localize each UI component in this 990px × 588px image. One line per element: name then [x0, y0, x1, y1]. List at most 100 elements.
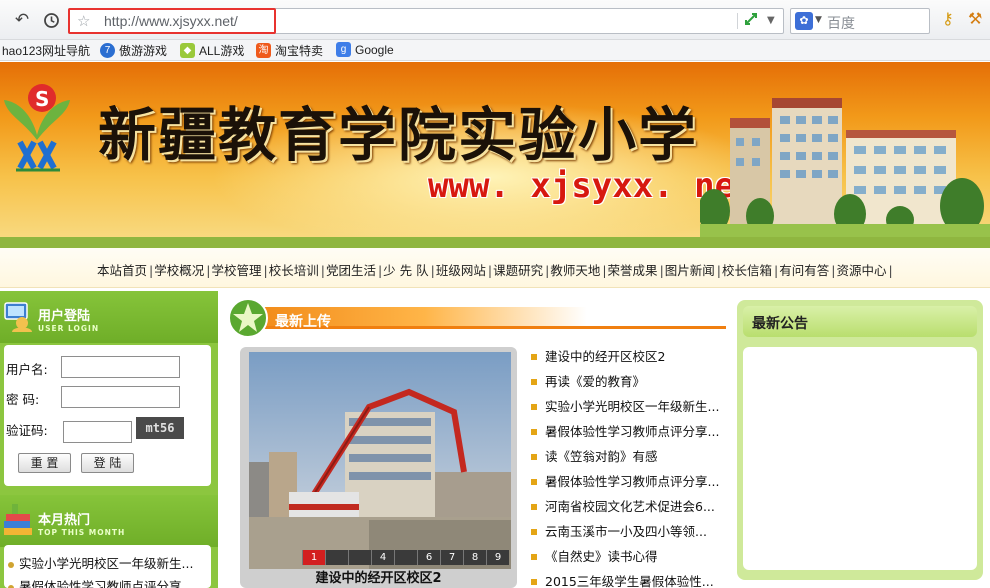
bookmark-label: ALL游戏: [199, 44, 245, 58]
search-box[interactable]: ✿ ▼ 百度: [790, 8, 930, 34]
captcha-label: 验证码:: [6, 423, 48, 438]
news-item[interactable]: 暑假体验性学习教师点评分享...: [531, 469, 726, 494]
pager-dot-6[interactable]: 6: [417, 550, 440, 565]
hot-item[interactable]: 实验小学光明校区一年级新生...: [8, 553, 214, 572]
nav-item-about[interactable]: 学校概况: [154, 260, 211, 279]
news-item[interactable]: 建设中的经开区校区2: [531, 344, 726, 369]
banner-lawn: [0, 237, 990, 248]
nav-item-principal-mailbox[interactable]: 校长信箱: [722, 260, 779, 279]
history-icon[interactable]: [40, 9, 62, 31]
news-item[interactable]: 再读《爱的教育》: [531, 369, 726, 394]
bookmark-label: 傲游游戏: [119, 44, 168, 58]
pager-dot-1[interactable]: 1: [302, 550, 325, 565]
bookmark-hao123[interactable]: hao123网址导航: [2, 42, 90, 59]
nav-list: 本站首页 学校概况 学校管理 校长培训 党团生活 少 先 队 班级网站 课题研究…: [97, 260, 894, 279]
pager-dot-4[interactable]: 4: [371, 550, 394, 565]
star-icon[interactable]: ☆: [77, 12, 90, 30]
latest-title: 最新上传: [275, 314, 331, 330]
notice-header: 最新公告: [743, 306, 977, 337]
username-label: 用户名:: [6, 362, 48, 377]
baidu-paw-icon[interactable]: ✿: [795, 12, 813, 30]
bookmark-label: hao123网址导航: [2, 44, 91, 58]
nav-item-photo-news[interactable]: 图片新闻: [665, 260, 722, 279]
login-title: 用户登陆: [38, 309, 91, 324]
username-input[interactable]: [61, 356, 180, 378]
nav-item-class-sites[interactable]: 班级网站: [436, 260, 493, 279]
latest-header-underline: [262, 326, 726, 329]
pager-dot-2[interactable]: [325, 550, 348, 565]
svg-text:S: S: [35, 87, 49, 111]
bookmark-google[interactable]: g Google: [336, 42, 394, 57]
maxthon-icon: 7: [100, 43, 115, 58]
address-separator: [737, 13, 738, 29]
bookmark-aoyou-games[interactable]: 7 傲游游戏: [100, 42, 167, 59]
site-banner: S 新疆教育学院实验小学 www. xjsyxx. net: [0, 62, 990, 248]
tools-icon[interactable]: ⚒: [968, 9, 982, 28]
main-nav: 本站首页 学校概况 学校管理 校长培训 党团生活 少 先 队 班级网站 课题研究…: [0, 248, 990, 288]
notice-box: 最新公告: [737, 300, 983, 580]
nav-item-principal-training[interactable]: 校长培训: [269, 260, 326, 279]
hot-title: 本月热门: [38, 513, 91, 528]
taobao-icon: 淘: [256, 43, 271, 58]
pager-dot-7[interactable]: 7: [440, 550, 463, 565]
compat-mode-icon[interactable]: [743, 11, 759, 31]
address-dropdown-icon[interactable]: ▼: [767, 15, 775, 26]
news-item[interactable]: 读《笠翁对韵》有感: [531, 444, 726, 469]
bookmark-label: Google: [355, 42, 394, 57]
password-label: 密 码:: [6, 392, 40, 407]
pager-dot-5[interactable]: [394, 550, 417, 565]
news-item[interactable]: 2015三年级学生暑假体验性...: [531, 569, 726, 588]
slide-photo[interactable]: [249, 352, 511, 569]
banner-title: 新疆教育学院实验小学: [98, 101, 699, 169]
construction-photo: [249, 352, 511, 569]
login-subtitle: USER LOGIN: [38, 324, 100, 333]
undo-icon[interactable]: ↶: [11, 9, 33, 31]
nav-item-honors[interactable]: 荣誉成果: [608, 260, 665, 279]
nav-item-party-life[interactable]: 党团生活: [326, 260, 383, 279]
school-logo: S: [4, 84, 70, 172]
nav-item-teachers[interactable]: 教师天地: [550, 260, 607, 279]
nav-item-qa[interactable]: 有问有答: [779, 260, 836, 279]
star-badge-icon: [228, 298, 268, 338]
bullet-icon: [8, 561, 14, 568]
news-item[interactable]: 暑假体验性学习教师点评分享...: [531, 419, 726, 444]
captcha-image[interactable]: mt56: [136, 417, 184, 439]
pager-dot-3[interactable]: [348, 550, 371, 565]
notice-body: [743, 347, 977, 570]
nav-item-resources[interactable]: 资源中心: [836, 260, 893, 279]
address-bar[interactable]: ☆ http://www.xjsyxx.net/ ▼: [68, 8, 784, 34]
address-url[interactable]: http://www.xjsyxx.net/: [104, 13, 238, 29]
nav-item-home[interactable]: 本站首页: [97, 260, 154, 279]
bookmark-all-games[interactable]: ◆ ALL游戏: [180, 42, 244, 59]
latest-news-list: 建设中的经开区校区2 再读《爱的教育》 实验小学光明校区一年级新生... 暑假体…: [531, 344, 726, 588]
password-input[interactable]: [61, 386, 180, 408]
news-item[interactable]: 实验小学光明校区一年级新生...: [531, 394, 726, 419]
hot-item[interactable]: 暑假体验性学习教师点评分享: [8, 576, 214, 588]
news-item[interactable]: 云南玉溪市一小及四小等领...: [531, 519, 726, 544]
browser-toolbar: ↶ ☆ http://www.xjsyxx.net/ ▼ ✿ ▼ 百度 ⚷ ⚒: [0, 0, 990, 40]
nav-item-research[interactable]: 课题研究: [493, 260, 550, 279]
search-placeholder[interactable]: 百度: [827, 13, 855, 33]
hot-item-label: 暑假体验性学习教师点评分享: [19, 579, 182, 588]
key-icon[interactable]: ⚷: [942, 9, 954, 28]
user-login-icon: [4, 302, 32, 332]
nav-item-management[interactable]: 学校管理: [211, 260, 268, 279]
nav-item-young-pioneers[interactable]: 少 先 队: [383, 260, 436, 279]
pager-dot-9[interactable]: 9: [486, 550, 509, 565]
books-icon: [4, 504, 32, 535]
notice-title: 最新公告: [752, 316, 808, 332]
news-item[interactable]: 《自然史》读书心得: [531, 544, 726, 569]
pager-dot-8[interactable]: 8: [463, 550, 486, 565]
engine-dropdown-icon[interactable]: ▼: [815, 15, 822, 25]
news-item[interactable]: 河南省校园文化艺术促进会6...: [531, 494, 726, 519]
hot-panel: 实验小学光明校区一年级新生... 暑假体验性学习教师点评分享: [4, 545, 211, 588]
reset-button[interactable]: 重 置: [18, 453, 71, 473]
school-buildings-illustration: [700, 98, 990, 246]
captcha-input[interactable]: [63, 421, 132, 443]
login-button[interactable]: 登 陆: [81, 453, 134, 473]
login-header: 用户登陆 USER LOGIN: [0, 291, 218, 343]
hot-header: 本月热门 TOP THIS MONTH: [0, 495, 218, 547]
bookmark-taobao[interactable]: 淘淘宝特卖: [256, 42, 323, 59]
bookmarks-bar: hao123网址导航 7 傲游游戏 ◆ ALL游戏 淘淘宝特卖 g Google: [0, 40, 990, 61]
hot-item-label: 实验小学光明校区一年级新生...: [19, 556, 194, 571]
